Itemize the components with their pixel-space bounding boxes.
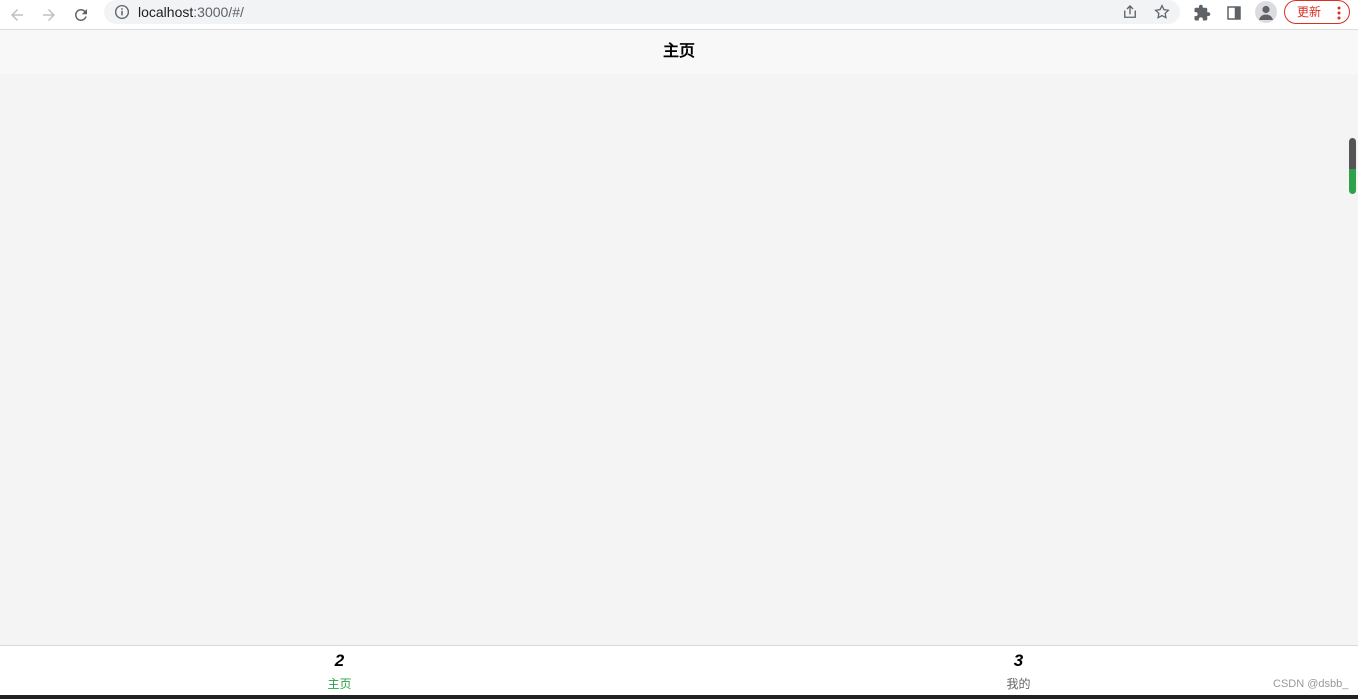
update-button[interactable]: 更新	[1284, 0, 1350, 24]
bottom-edge	[0, 695, 1358, 699]
profile-avatar[interactable]	[1255, 1, 1277, 23]
extensions-icon	[1194, 4, 1211, 21]
page-title: 主页	[662, 43, 695, 60]
extensions-button[interactable]	[1191, 2, 1213, 24]
reload-icon	[74, 8, 87, 21]
side-panel-button[interactable]	[1223, 2, 1245, 24]
share-icon[interactable]	[1121, 3, 1139, 21]
star-icon[interactable]	[1153, 3, 1171, 21]
side-panel-icon	[1227, 6, 1241, 20]
url-text[interactable]: localhost:3000/#/	[138, 3, 244, 21]
browser-toolbar: localhost:3000/#/ 更新	[0, 0, 1358, 30]
tab-mine-label: 我的	[1006, 677, 1031, 691]
update-label: 更新	[1297, 5, 1322, 19]
app-header: 主页	[0, 30, 1358, 74]
address-bar[interactable]: localhost:3000/#/	[104, 0, 1180, 24]
back-arrow-icon	[11, 9, 23, 21]
url-path: :3000/#/	[193, 4, 244, 20]
url-host: localhost	[138, 4, 194, 20]
tab-home-label: 主页	[327, 677, 352, 691]
watermark: CSDN @dsbb_	[1273, 678, 1349, 690]
back-button[interactable]	[5, 3, 29, 27]
info-icon[interactable]	[113, 3, 131, 21]
scrollbar-thumb[interactable]	[1349, 138, 1356, 194]
profile-avatar-icon	[1259, 5, 1273, 20]
tab-mine[interactable]: 3 我的	[679, 646, 1358, 695]
forward-arrow-icon	[43, 9, 55, 21]
tab-home[interactable]: 2 主页	[0, 646, 679, 695]
forward-button[interactable]	[37, 3, 61, 27]
tab-mine-icon: 3	[1013, 651, 1024, 670]
reload-button[interactable]	[69, 3, 93, 27]
tab-home-icon: 2	[334, 651, 345, 670]
main-content	[0, 74, 1358, 645]
tab-bar: 2 主页 3 我的	[0, 645, 1358, 695]
more-vert-icon	[1337, 6, 1341, 20]
